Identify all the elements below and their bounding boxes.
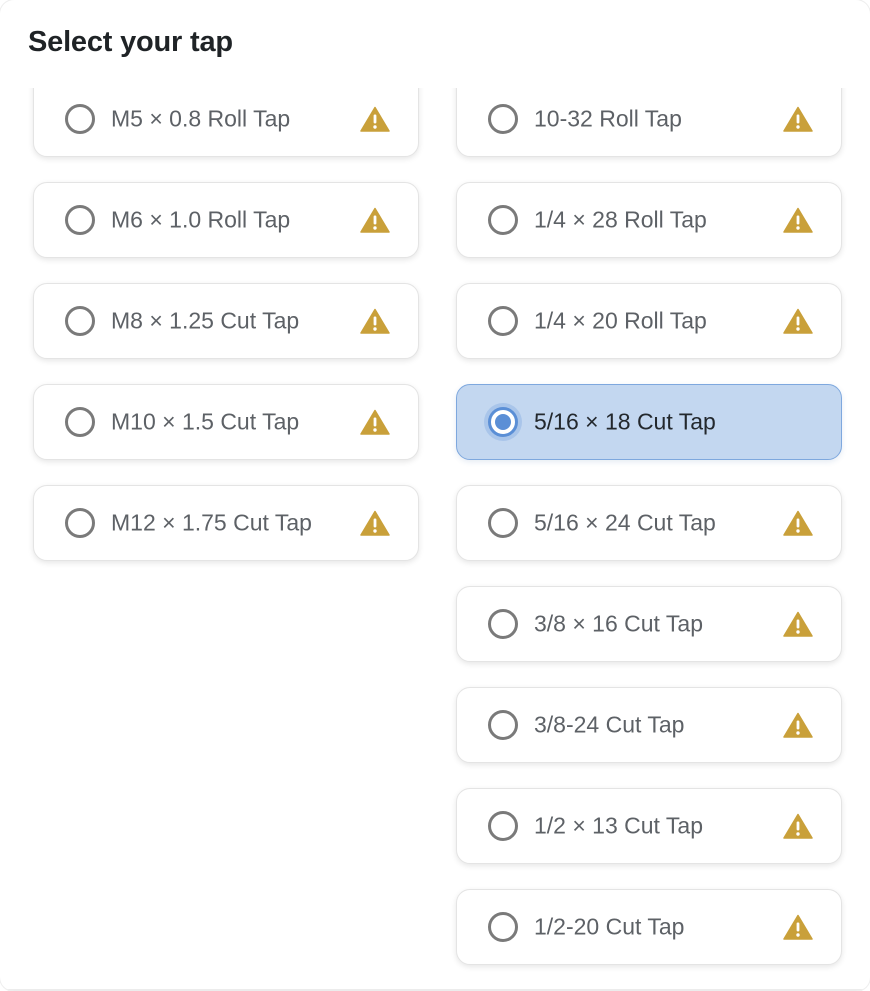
warning-icon xyxy=(360,409,390,435)
tap-option-left-3[interactable]: M8 × 1.25 Cut Tap xyxy=(33,283,419,359)
radio-button[interactable] xyxy=(65,306,95,336)
warning-icon xyxy=(783,510,813,536)
warning-icon xyxy=(360,207,390,233)
page-title: Select your tap xyxy=(28,26,233,58)
tap-option-label: 1/4 × 20 Roll Tap xyxy=(534,307,707,334)
warning-icon xyxy=(783,813,813,839)
tap-option-right-6[interactable]: 3/8 × 16 Cut Tap xyxy=(456,586,842,662)
tap-option-right-4[interactable]: 5/16 × 18 Cut Tap xyxy=(456,384,842,460)
tap-option-label: 10-32 Roll Tap xyxy=(534,105,682,132)
warning-icon xyxy=(360,510,390,536)
radio-button[interactable] xyxy=(488,205,518,235)
tap-option-right-3[interactable]: 1/4 × 20 Roll Tap xyxy=(456,283,842,359)
tap-option-label: 3/8 × 16 Cut Tap xyxy=(534,610,704,637)
warning-icon xyxy=(783,914,813,940)
radio-button[interactable] xyxy=(488,609,518,639)
tap-option-left-2[interactable]: M6 × 1.0 Roll Tap xyxy=(33,182,419,258)
tap-option-left-1[interactable]: M5 × 0.8 Roll Tap xyxy=(33,88,419,157)
warning-icon xyxy=(783,611,813,637)
radio-button[interactable] xyxy=(65,407,95,437)
radio-button[interactable] xyxy=(488,710,518,740)
radio-button[interactable] xyxy=(488,811,518,841)
warning-icon xyxy=(783,207,813,233)
tap-options-list[interactable]: M5 × 0.8 Roll Tap M6 × 1.0 Roll Tap M8 × 1… xyxy=(0,88,870,991)
tap-option-label: 3/8-24 Cut Tap xyxy=(534,711,685,738)
radio-button[interactable] xyxy=(488,104,518,134)
warning-icon xyxy=(783,712,813,738)
tap-option-left-5[interactable]: M12 × 1.75 Cut Tap xyxy=(33,485,419,561)
warning-icon xyxy=(360,308,390,334)
tap-option-right-7[interactable]: 3/8-24 Cut Tap xyxy=(456,687,842,763)
tap-option-label: M12 × 1.75 Cut Tap xyxy=(111,509,312,536)
tap-option-right-5[interactable]: 5/16 × 24 Cut Tap xyxy=(456,485,842,561)
tap-option-label: M5 × 0.8 Roll Tap xyxy=(111,105,291,132)
radio-button-selected[interactable] xyxy=(488,407,518,437)
tap-option-right-8[interactable]: 1/2 × 13 Cut Tap xyxy=(456,788,842,864)
radio-button[interactable] xyxy=(65,508,95,538)
tap-option-right-9[interactable]: 1/2-20 Cut Tap xyxy=(456,889,842,965)
tap-option-label: 5/16 × 24 Cut Tap xyxy=(534,509,716,536)
tap-option-label: 1/2 × 13 Cut Tap xyxy=(534,812,704,839)
tap-option-label: M10 × 1.5 Cut Tap xyxy=(111,408,300,435)
warning-icon xyxy=(783,308,813,334)
tap-option-label: 1/4 × 28 Roll Tap xyxy=(534,206,707,233)
tap-option-label: M6 × 1.0 Roll Tap xyxy=(111,206,291,233)
tap-option-label: 1/2-20 Cut Tap xyxy=(534,913,685,940)
radio-button[interactable] xyxy=(488,508,518,538)
tap-option-right-2[interactable]: 1/4 × 28 Roll Tap xyxy=(456,182,842,258)
warning-icon xyxy=(360,106,390,132)
tap-selection-panel: Select your tap M5 × 0.8 Roll Tap M6 × 1.… xyxy=(0,0,870,991)
tap-option-label: M8 × 1.25 Cut Tap xyxy=(111,307,300,334)
radio-button[interactable] xyxy=(65,205,95,235)
tap-option-left-4[interactable]: M10 × 1.5 Cut Tap xyxy=(33,384,419,460)
radio-button[interactable] xyxy=(65,104,95,134)
warning-icon xyxy=(783,106,813,132)
radio-button[interactable] xyxy=(488,306,518,336)
tap-option-label: 5/16 × 18 Cut Tap xyxy=(534,408,716,435)
tap-option-right-1[interactable]: 10-32 Roll Tap xyxy=(456,88,842,157)
radio-button[interactable] xyxy=(488,912,518,942)
